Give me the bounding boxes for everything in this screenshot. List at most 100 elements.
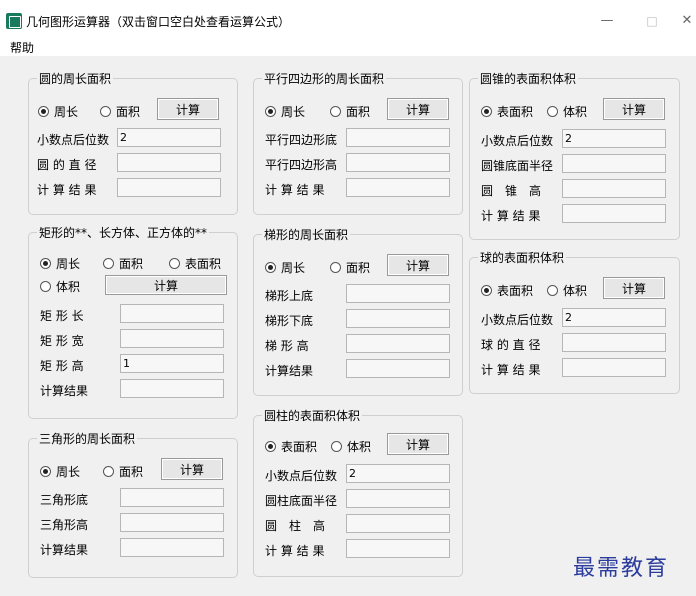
cone-radius-input[interactable]: [562, 154, 666, 173]
circle-radio-perimeter[interactable]: 周长: [38, 103, 78, 120]
triangle-base-input[interactable]: [120, 488, 224, 507]
rect-result-label: 计算结果: [40, 384, 89, 398]
trap-height-label: 梯 形 高: [265, 339, 309, 353]
radio-selected-icon: [481, 106, 492, 117]
cone-decimals-input[interactable]: 2: [562, 129, 666, 148]
sphere-decimals-input[interactable]: 2: [562, 308, 666, 327]
sphere-group-title: 球的表面积体积: [478, 249, 567, 266]
rect-radio-area[interactable]: 面积: [103, 255, 143, 272]
cone-result-input[interactable]: [562, 204, 666, 223]
sphere-radio-volume[interactable]: 体积: [547, 282, 587, 299]
circle-group-title: 圆的周长面积: [37, 70, 114, 87]
para-group-title: 平行四边形的周长面积: [262, 70, 387, 87]
trap-radio-perimeter[interactable]: 周长: [265, 259, 305, 276]
trap-radio-area[interactable]: 面积: [330, 259, 370, 276]
cyl-radius-label: 圆柱底面半径: [265, 494, 338, 508]
title-bar: 几何图形运算器（双击窗口空白处查看运算公式） — □ ✕: [0, 0, 696, 36]
radio-selected-icon: [40, 466, 51, 477]
para-height-input[interactable]: [346, 153, 450, 172]
radio-icon: [547, 285, 558, 296]
cyl-group-title: 圆柱的表面积体积: [262, 407, 363, 424]
triangle-radio-perimeter[interactable]: 周长: [40, 463, 80, 480]
circle-decimals-input[interactable]: 2: [117, 128, 221, 147]
cone-decimals-label: 小数点后位数: [481, 134, 554, 148]
cyl-result-label: 计 算 结 果: [265, 544, 325, 558]
cyl-radius-input[interactable]: [346, 489, 450, 508]
menu-bar: 帮助: [0, 36, 696, 56]
triangle-height-label: 三角形高: [40, 518, 89, 532]
cyl-decimals-input[interactable]: 2: [346, 464, 450, 483]
radio-icon: [330, 262, 341, 273]
cyl-radio-volume[interactable]: 体积: [331, 438, 371, 455]
para-radio-area[interactable]: 面积: [330, 103, 370, 120]
trap-calc-button[interactable]: 计算: [387, 254, 449, 276]
menu-help[interactable]: 帮助: [10, 39, 34, 56]
circle-calc-button[interactable]: 计算: [157, 98, 219, 120]
rect-group-title: 矩形的**、长方体、正方体的**: [37, 224, 210, 241]
triangle-result-input[interactable]: [120, 538, 224, 557]
para-result-label: 计 算 结 果: [265, 183, 325, 197]
radio-selected-icon: [40, 258, 51, 269]
watermark-text: 最需教育: [573, 556, 670, 581]
trap-result-input[interactable]: [346, 359, 450, 378]
sphere-result-input[interactable]: [562, 358, 666, 377]
cyl-result-input[interactable]: [346, 539, 450, 558]
rect-height-input[interactable]: 1: [120, 354, 224, 373]
rect-radio-volume[interactable]: 体积: [40, 278, 80, 295]
cone-height-input[interactable]: [562, 179, 666, 198]
cone-group-title: 圆锥的表面积体积: [478, 70, 579, 87]
cyl-height-input[interactable]: [346, 514, 450, 533]
app-icon: [6, 13, 22, 29]
cyl-height-label: 圆 柱 高: [265, 519, 326, 533]
client-area: 圆的周长面积 周长 面积 计算 小数点后位数 2 圆 的 直 径 计 算 结 果…: [0, 56, 696, 596]
sphere-radio-surface[interactable]: 表面积: [481, 282, 533, 299]
rect-length-label: 矩 形 长: [40, 309, 84, 323]
para-radio-perimeter[interactable]: 周长: [265, 103, 305, 120]
maximize-button[interactable]: □: [637, 10, 667, 32]
triangle-calc-button[interactable]: 计算: [161, 458, 223, 480]
rect-group: 矩形的**、长方体、正方体的** 周长 面积 表面积 体积 计算 矩 形 长 矩…: [28, 224, 238, 419]
para-calc-button[interactable]: 计算: [387, 98, 449, 120]
cone-group: 圆锥的表面积体积 表面积 体积 计算 小数点后位数 2 圆锥底面半径 圆 锥 高…: [469, 70, 680, 240]
circle-radio-area[interactable]: 面积: [100, 103, 140, 120]
sphere-calc-button[interactable]: 计算: [603, 277, 665, 299]
cyl-decimals-label: 小数点后位数: [265, 469, 338, 483]
cone-calc-button[interactable]: 计算: [603, 98, 665, 120]
triangle-height-input[interactable]: [120, 513, 224, 532]
rect-calc-button[interactable]: 计算: [105, 275, 227, 295]
cyl-radio-surface[interactable]: 表面积: [265, 438, 317, 455]
trap-top-input[interactable]: [346, 284, 450, 303]
trap-height-input[interactable]: [346, 334, 450, 353]
radio-selected-icon: [265, 106, 276, 117]
rect-radio-surface[interactable]: 表面积: [169, 255, 221, 272]
circle-result-label: 计 算 结 果: [37, 183, 97, 197]
rect-width-input[interactable]: [120, 329, 224, 348]
sphere-diameter-label: 球 的 直 径: [481, 338, 541, 352]
rect-width-label: 矩 形 宽: [40, 334, 84, 348]
sphere-diameter-input[interactable]: [562, 333, 666, 352]
cone-height-label: 圆 锥 高: [481, 184, 542, 198]
cone-radio-surface[interactable]: 表面积: [481, 103, 533, 120]
para-base-input[interactable]: [346, 128, 450, 147]
rect-length-input[interactable]: [120, 304, 224, 323]
rect-height-label: 矩 形 高: [40, 359, 84, 373]
rect-radio-perimeter[interactable]: 周长: [40, 255, 80, 272]
triangle-radio-area[interactable]: 面积: [103, 463, 143, 480]
rect-result-input[interactable]: [120, 379, 224, 398]
cone-radio-volume[interactable]: 体积: [547, 103, 587, 120]
para-result-input[interactable]: [346, 178, 450, 197]
cyl-calc-button[interactable]: 计算: [387, 433, 449, 455]
trap-bottom-input[interactable]: [346, 309, 450, 328]
radio-icon: [40, 281, 51, 292]
close-button[interactable]: ✕: [672, 10, 696, 32]
radio-selected-icon: [38, 106, 49, 117]
minimize-button[interactable]: —: [592, 10, 622, 32]
circle-diameter-input[interactable]: [117, 153, 221, 172]
trap-group: 梯形的周长面积 周长 面积 计算 梯形上底 梯形下底 梯 形 高 计算结果: [253, 226, 463, 396]
window-title: 几何图形运算器（双击窗口空白处查看运算公式）: [26, 15, 291, 29]
circle-result-input[interactable]: [117, 178, 221, 197]
sphere-result-label: 计 算 结 果: [481, 363, 541, 377]
radio-icon: [330, 106, 341, 117]
radio-selected-icon: [481, 285, 492, 296]
triangle-base-label: 三角形底: [40, 493, 89, 507]
